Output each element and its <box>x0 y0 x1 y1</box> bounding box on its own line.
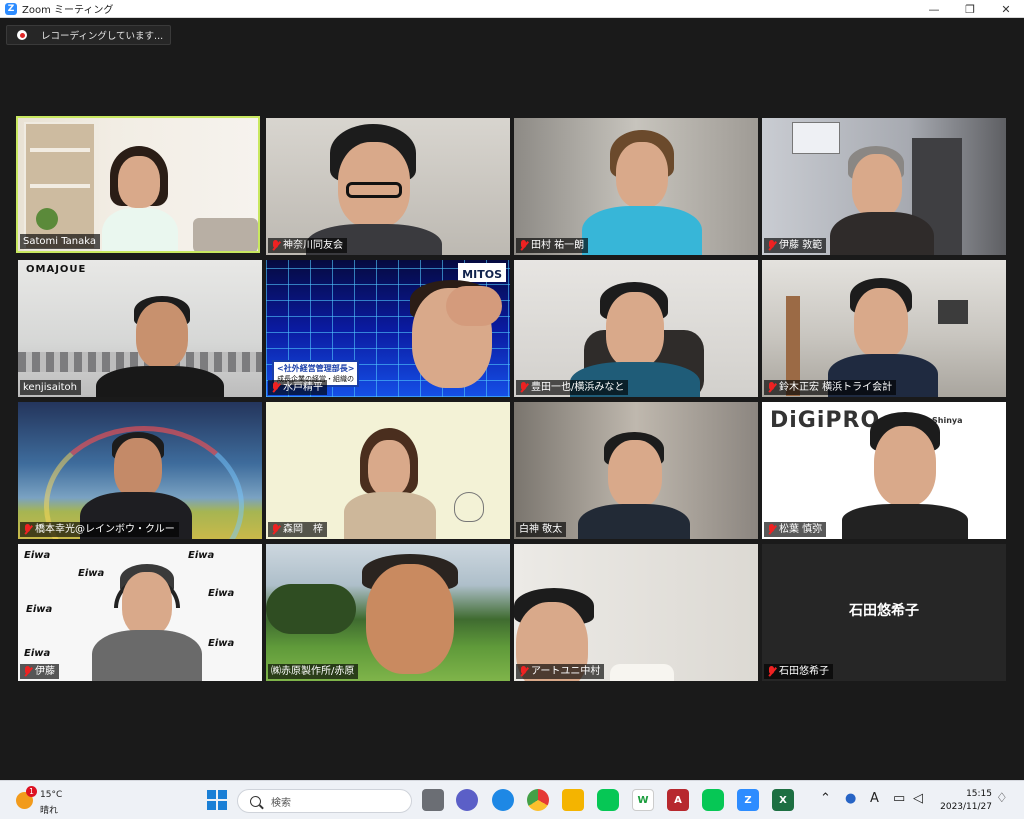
video-tile[interactable]: OMAJOUE kenjisaitoh <box>18 260 262 397</box>
participant-name: 神奈川同友会 <box>268 238 347 253</box>
excel-icon[interactable]: X <box>772 789 794 811</box>
muted-mic-icon <box>23 666 32 677</box>
close-button[interactable]: ✕ <box>988 0 1024 18</box>
line-works-icon[interactable] <box>702 789 724 811</box>
video-tile[interactable]: Satomi Tanaka <box>16 116 260 253</box>
recording-indicator[interactable]: レコーディングしています... <box>6 25 171 45</box>
notification-badge: 1 <box>26 786 37 797</box>
search-input[interactable]: 検索 <box>237 789 412 813</box>
participant-name: Satomi Tanaka <box>20 234 101 249</box>
record-icon <box>17 30 27 40</box>
weather-widget[interactable]: 1 15°C 晴れ <box>14 786 74 816</box>
mitos-logo: MITOS <box>462 268 502 281</box>
video-tile[interactable]: 豊田一也/横浜みなと <box>514 260 758 397</box>
participant-name: 橋本幸光@レインボウ・クルー <box>20 522 179 537</box>
weather-condition: 晴れ <box>40 806 59 816</box>
participant-name: 鈴木正宏 横浜トライ会計 <box>764 380 897 395</box>
muted-mic-icon <box>271 240 280 251</box>
video-tile[interactable]: MITOS <社外経営管理部長> 成長企業の経営・組織の 水戸精平 <box>266 260 510 397</box>
line-icon[interactable] <box>597 789 619 811</box>
digipro-logo: DiGiPRO <box>770 408 881 433</box>
participant-name: アートユニ中村 <box>516 664 605 679</box>
participant-name: ㈱赤原製作所/赤原 <box>268 664 359 679</box>
video-tile[interactable]: 森岡 梓 <box>266 402 510 539</box>
video-tile[interactable]: Eiwa Eiwa Eiwa Eiwa Eiwa Eiwa Eiwa 伊藤 <box>18 544 262 681</box>
title-bar: Z Zoom ミーティング — ❐ ✕ <box>0 0 1024 18</box>
w-app-icon[interactable]: W <box>632 789 654 811</box>
clock[interactable]: 15:15 2023/11/27 <box>936 788 992 814</box>
chrome-icon[interactable] <box>527 789 549 811</box>
no-video-name: 石田悠希子 <box>849 603 919 619</box>
video-tile[interactable]: DiGiPRO Shinya 松葉 慎弥 <box>762 402 1006 539</box>
muted-mic-icon <box>23 524 32 535</box>
chevron-up-icon[interactable]: ⌃ <box>820 791 831 806</box>
video-tile[interactable]: アートユニ中村 <box>514 544 758 681</box>
task-view-icon[interactable] <box>422 789 444 811</box>
eiwa-logo: Eiwa <box>24 550 51 561</box>
weather-temp: 15°C <box>40 790 63 800</box>
muted-mic-icon <box>519 240 528 251</box>
video-tile[interactable]: 田村 祐一朗 <box>514 118 758 255</box>
edge-icon[interactable] <box>492 789 514 811</box>
zoom-icon[interactable]: Z <box>737 789 759 811</box>
muted-mic-icon <box>271 524 280 535</box>
participant-name: 石田悠希子 <box>764 664 833 679</box>
taskbar: 1 15°C 晴れ 検索 W A Z X ⌃ ● A ▭ ◁ 15:15 202… <box>0 780 1024 819</box>
teams-chat-icon[interactable] <box>456 789 478 811</box>
recording-label: レコーディングしています... <box>41 31 164 42</box>
search-icon <box>250 795 261 807</box>
participant-name: 水戸精平 <box>268 380 327 395</box>
muted-mic-icon <box>271 382 280 393</box>
omajoue-logo: OMAJOUE <box>26 264 87 275</box>
video-tile[interactable]: ㈱赤原製作所/赤原 <box>266 544 510 681</box>
muted-mic-icon <box>767 524 776 535</box>
microphone-icon[interactable]: ● <box>845 791 856 806</box>
video-tile[interactable]: 鈴木正宏 横浜トライ会計 <box>762 260 1006 397</box>
video-tile[interactable]: 神奈川同友会 <box>266 118 510 255</box>
participant-name: 豊田一也/横浜みなと <box>516 380 629 395</box>
video-tile[interactable]: 橋本幸光@レインボウ・クルー <box>18 402 262 539</box>
ime-indicator[interactable]: A <box>870 791 879 806</box>
muted-mic-icon <box>519 666 528 677</box>
participant-name: kenjisaitoh <box>20 380 81 395</box>
muted-mic-icon <box>767 666 776 677</box>
volume-icon[interactable]: ◁ <box>913 791 923 806</box>
participant-name: 田村 祐一朗 <box>516 238 589 253</box>
access-icon[interactable]: A <box>667 789 689 811</box>
muted-mic-icon <box>767 240 776 251</box>
maximize-button[interactable]: ❐ <box>952 0 988 18</box>
network-icon[interactable]: ▭ <box>893 791 905 806</box>
participant-name: 松葉 慎弥 <box>764 522 827 537</box>
muted-mic-icon <box>767 382 776 393</box>
mitos-caption: <社外経営管理部長> <box>277 364 355 373</box>
participant-name: 伊藤 敦範 <box>764 238 827 253</box>
zoom-app-icon: Z <box>5 2 17 15</box>
participant-name: 伊藤 <box>20 664 59 679</box>
muted-mic-icon <box>519 382 528 393</box>
participant-name: 森岡 梓 <box>268 522 327 537</box>
window-title: Zoom ミーティング <box>22 5 114 16</box>
video-tile[interactable]: 石田悠希子 石田悠希子 <box>762 544 1006 681</box>
minimize-button[interactable]: — <box>916 0 952 18</box>
notification-bell-icon[interactable]: ♢ <box>996 791 1008 806</box>
start-icon[interactable] <box>206 789 228 811</box>
video-tile[interactable]: 伊藤 敦範 <box>762 118 1006 255</box>
file-explorer-icon[interactable] <box>562 789 584 811</box>
participant-name: 白神 敬太 <box>516 522 567 537</box>
video-tile[interactable]: 白神 敬太 <box>514 402 758 539</box>
